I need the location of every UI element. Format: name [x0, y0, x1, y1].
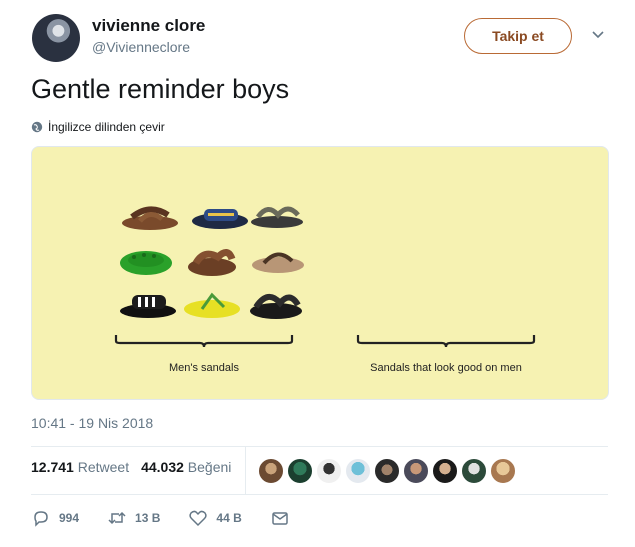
sandal-image — [184, 292, 240, 318]
retweet-count: 12.741 — [31, 459, 74, 475]
reply-icon — [34, 511, 48, 527]
avatar[interactable] — [32, 14, 80, 62]
mail-icon — [272, 512, 288, 525]
liker-avatars — [258, 458, 516, 484]
sandal-image — [120, 295, 176, 318]
retweet-action-count: 13 B — [135, 511, 161, 525]
liker-avatar[interactable] — [403, 458, 429, 484]
liker-avatar[interactable] — [287, 458, 313, 484]
sandal-image — [120, 251, 172, 275]
translate-link[interactable]: İngilizce dilinden çevir — [31, 120, 165, 134]
caption-sandals-good: Sandals that look good on men — [370, 362, 522, 374]
tweet-text: Gentle reminder boys — [31, 74, 290, 104]
liker-avatar[interactable] — [316, 458, 342, 484]
tweet-stats: 12.741 Retweet 44.032 Beğeni — [31, 459, 231, 475]
retweet-icon — [108, 511, 126, 525]
liker-avatar[interactable] — [345, 458, 371, 484]
right-brace — [356, 335, 536, 348]
sandal-image — [251, 206, 303, 228]
reply-button[interactable]: 994 — [31, 508, 79, 528]
display-name[interactable]: vivienne clore — [92, 16, 205, 36]
tweet-actions: 994 13 B 44 B — [31, 508, 318, 528]
sandal-image — [122, 206, 178, 230]
tweet-timestamp[interactable]: 10:41 - 19 Nis 2018 — [31, 415, 153, 431]
liker-avatar[interactable] — [374, 458, 400, 484]
liker-avatar[interactable] — [461, 458, 487, 484]
left-brace — [114, 335, 294, 348]
tweet-header: vivienne clore @Vivienneclore Takip et — [32, 14, 612, 66]
reply-count: 994 — [59, 511, 80, 525]
chevron-down-icon[interactable] — [590, 26, 606, 42]
globe-icon — [31, 121, 43, 133]
retweet-label: Retweet — [77, 459, 130, 475]
sandal-image — [252, 252, 304, 273]
sandal-image — [250, 294, 302, 319]
message-button[interactable] — [270, 508, 290, 528]
tweet-media-image[interactable]: Men's sandals Sandals that look good on … — [31, 146, 609, 400]
translate-label[interactable]: İngilizce dilinden çevir — [48, 120, 165, 134]
like-count: 44.032 — [141, 459, 184, 475]
stats-divider — [245, 447, 246, 494]
like-action-count: 44 B — [216, 511, 242, 525]
user-handle[interactable]: @Vivienneclore — [92, 39, 190, 55]
follow-button[interactable]: Takip et — [464, 18, 572, 54]
retweet-stat[interactable]: 12.741 Retweet — [31, 459, 129, 475]
heart-icon — [189, 510, 208, 527]
divider — [31, 494, 608, 495]
like-label: Beğeni — [187, 459, 232, 475]
liker-avatar[interactable] — [490, 458, 516, 484]
like-stat[interactable]: 44.032 Beğeni — [141, 459, 231, 475]
liker-avatar[interactable] — [432, 458, 458, 484]
caption-mens-sandals: Men's sandals — [169, 362, 239, 374]
like-button[interactable]: 44 B — [188, 508, 242, 528]
sandal-image — [188, 249, 236, 276]
liker-avatar[interactable] — [258, 458, 284, 484]
sandal-image — [192, 209, 248, 229]
divider — [31, 446, 608, 447]
retweet-button[interactable]: 13 B — [107, 508, 160, 528]
